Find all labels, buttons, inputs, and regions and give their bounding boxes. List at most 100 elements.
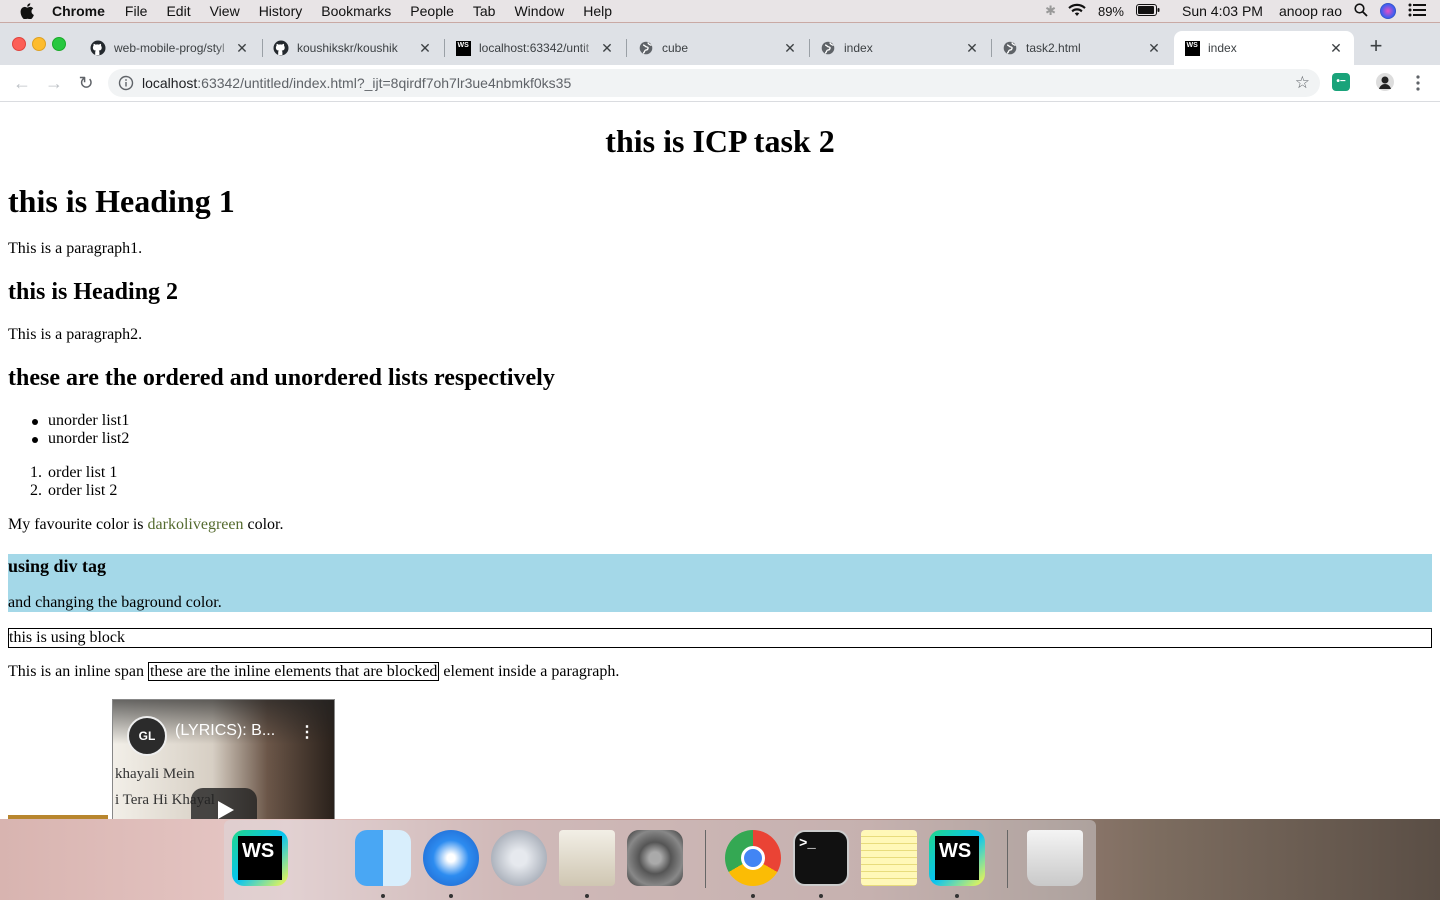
favourite-suffix: color.	[243, 516, 284, 533]
extension-icon[interactable]: •−	[1332, 73, 1352, 93]
close-tab-icon[interactable]: ✕	[234, 40, 250, 57]
user-name[interactable]: anoop rao	[1279, 3, 1342, 19]
menu-edit[interactable]: Edit	[166, 3, 190, 19]
status-area: ✱ 89% Sun 4:03 PM anoop rao	[1045, 0, 1426, 22]
ordered-list-item: 1. order list 1	[30, 464, 118, 482]
url-text[interactable]: localhost:63342/untitled/index.html?_ijt…	[142, 75, 571, 91]
app-name-menu[interactable]: Chrome	[52, 3, 105, 19]
inline-suffix: element inside a paragraph.	[439, 663, 620, 680]
battery-icon[interactable]	[1136, 3, 1160, 19]
close-window-button[interactable]	[12, 37, 26, 51]
running-indicator	[751, 894, 755, 898]
tab-web-mobile-prog[interactable]: web-mobile-prog/styl ✕	[80, 31, 260, 65]
tab-title: task2.html	[1026, 41, 1081, 55]
close-tab-icon[interactable]: ✕	[599, 40, 615, 57]
macos-menubar: Chrome File Edit View History Bookmarks …	[0, 0, 1440, 22]
colored-div: using div tag and changing the baground …	[8, 554, 1432, 612]
video-play-icon[interactable]	[191, 788, 257, 819]
heading-2: this is Heading 2	[8, 279, 179, 305]
apple-menu-icon[interactable]	[20, 3, 38, 19]
chrome-menu-icon[interactable]	[1408, 73, 1428, 93]
webstorm-icon: WS	[455, 40, 471, 56]
notification-center-icon[interactable]	[1408, 3, 1426, 20]
running-indicator	[955, 894, 959, 898]
youtube-embed[interactable]: GL (LYRICS): B... ⋮ khayali Mein i Tera …	[112, 699, 335, 819]
github-icon	[273, 40, 289, 56]
battery-percent[interactable]: 89%	[1098, 4, 1124, 19]
tab-koushikskr[interactable]: koushikskr/koushik ✕	[263, 31, 443, 65]
close-tab-icon[interactable]: ✕	[782, 40, 798, 57]
globe-icon	[638, 40, 654, 56]
trash-dock-icon[interactable]	[1027, 830, 1083, 886]
browser-toolbar: ← → ↻ localhost:63342/untitled/index.htm…	[0, 65, 1440, 102]
system-preferences-dock-icon[interactable]	[627, 830, 683, 886]
menu-people[interactable]: People	[410, 3, 454, 19]
back-button[interactable]: ←	[12, 73, 32, 93]
video-title[interactable]: (LYRICS): B...	[175, 722, 275, 740]
menu-view[interactable]: View	[210, 3, 240, 19]
tab-task2[interactable]: task2.html ✕	[992, 31, 1172, 65]
notes-dock-icon[interactable]	[861, 830, 917, 886]
siri-icon[interactable]	[1380, 3, 1396, 19]
chrome-window: web-mobile-prog/styl ✕ koushikskr/koushi…	[0, 23, 1440, 819]
terminal-dock-icon[interactable]: >_	[793, 830, 849, 886]
clock[interactable]: Sun 4:03 PM	[1182, 3, 1263, 19]
tab-title: cube	[662, 41, 689, 55]
tab-strip: web-mobile-prog/styl ✕ koushikskr/koushi…	[0, 23, 1440, 65]
lists-heading: these are the ordered and unordered list…	[8, 365, 555, 391]
channel-avatar[interactable]: GL	[127, 716, 167, 756]
close-tab-icon[interactable]: ✕	[1328, 40, 1344, 57]
profile-avatar[interactable]	[1376, 73, 1396, 93]
web-page: this is ICP task 2 this is Heading 1 Thi…	[0, 102, 1440, 819]
launchpad-dock-icon[interactable]	[491, 830, 547, 886]
close-tab-icon[interactable]: ✕	[964, 40, 980, 57]
running-indicator	[819, 894, 823, 898]
running-indicator	[381, 894, 385, 898]
url-path: :63342/untitled/index.html?_ijt=8qirdf7o…	[197, 75, 572, 91]
tab-index-active[interactable]: WS index ✕	[1174, 31, 1354, 65]
minimize-window-button[interactable]	[32, 37, 46, 51]
address-bar[interactable]: localhost:63342/untitled/index.html?_ijt…	[108, 69, 1320, 97]
mail-dock-icon[interactable]	[559, 830, 615, 886]
chrome-dock-icon[interactable]	[725, 830, 781, 886]
close-tab-icon[interactable]: ✕	[1146, 40, 1162, 57]
forward-button[interactable]: →	[44, 73, 64, 93]
tab-title: localhost:63342/untit	[479, 41, 590, 55]
webstorm-dock-icon[interactable]: WS	[232, 830, 288, 886]
list-item-text: unorder list1	[48, 412, 130, 429]
list-item-text: order list 2	[48, 482, 118, 499]
tab-index[interactable]: index ✕	[810, 31, 990, 65]
list-item-text: order list 1	[48, 464, 118, 481]
paragraph-1: This is a paragraph1.	[8, 240, 143, 257]
new-tab-button[interactable]: +	[1366, 35, 1386, 57]
bluetooth-icon[interactable]: ✱	[1045, 3, 1056, 19]
info-icon[interactable]	[118, 75, 134, 91]
menu-file[interactable]: File	[125, 3, 148, 19]
reload-button[interactable]: ↻	[76, 73, 96, 93]
webstorm-dock-icon[interactable]: WS	[929, 830, 985, 886]
bullet-icon	[32, 437, 38, 443]
list-number: 1.	[30, 464, 42, 481]
maximize-window-button[interactable]	[52, 37, 66, 51]
inline-span-blocked: these are the inline elements that are b…	[147, 662, 440, 681]
globe-icon	[820, 40, 836, 56]
menu-window[interactable]: Window	[514, 3, 564, 19]
page-title: this is ICP task 2	[605, 123, 835, 159]
menu-tab[interactable]: Tab	[473, 3, 496, 19]
menu-history[interactable]: History	[259, 3, 303, 19]
finder-dock-icon[interactable]	[355, 830, 411, 886]
close-tab-icon[interactable]: ✕	[417, 40, 433, 57]
favourite-prefix: My favourite color is	[8, 516, 148, 533]
wifi-icon[interactable]	[1068, 3, 1086, 20]
video-menu-icon[interactable]: ⋮	[299, 722, 315, 742]
list-item-text: unorder list2	[48, 430, 130, 447]
menu-help[interactable]: Help	[583, 3, 612, 19]
safari-dock-icon[interactable]	[423, 830, 479, 886]
bookmark-star-icon[interactable]: ☆	[1295, 73, 1310, 93]
menu-bookmarks[interactable]: Bookmarks	[321, 3, 391, 19]
spotlight-search-icon[interactable]	[1354, 2, 1368, 20]
tab-localhost[interactable]: WS localhost:63342/untit ✕	[445, 31, 625, 65]
favourite-color-paragraph: My favourite color is darkolivegreen col…	[8, 516, 283, 534]
tab-cube[interactable]: cube ✕	[628, 31, 808, 65]
heading-1: this is Heading 1	[8, 183, 235, 219]
